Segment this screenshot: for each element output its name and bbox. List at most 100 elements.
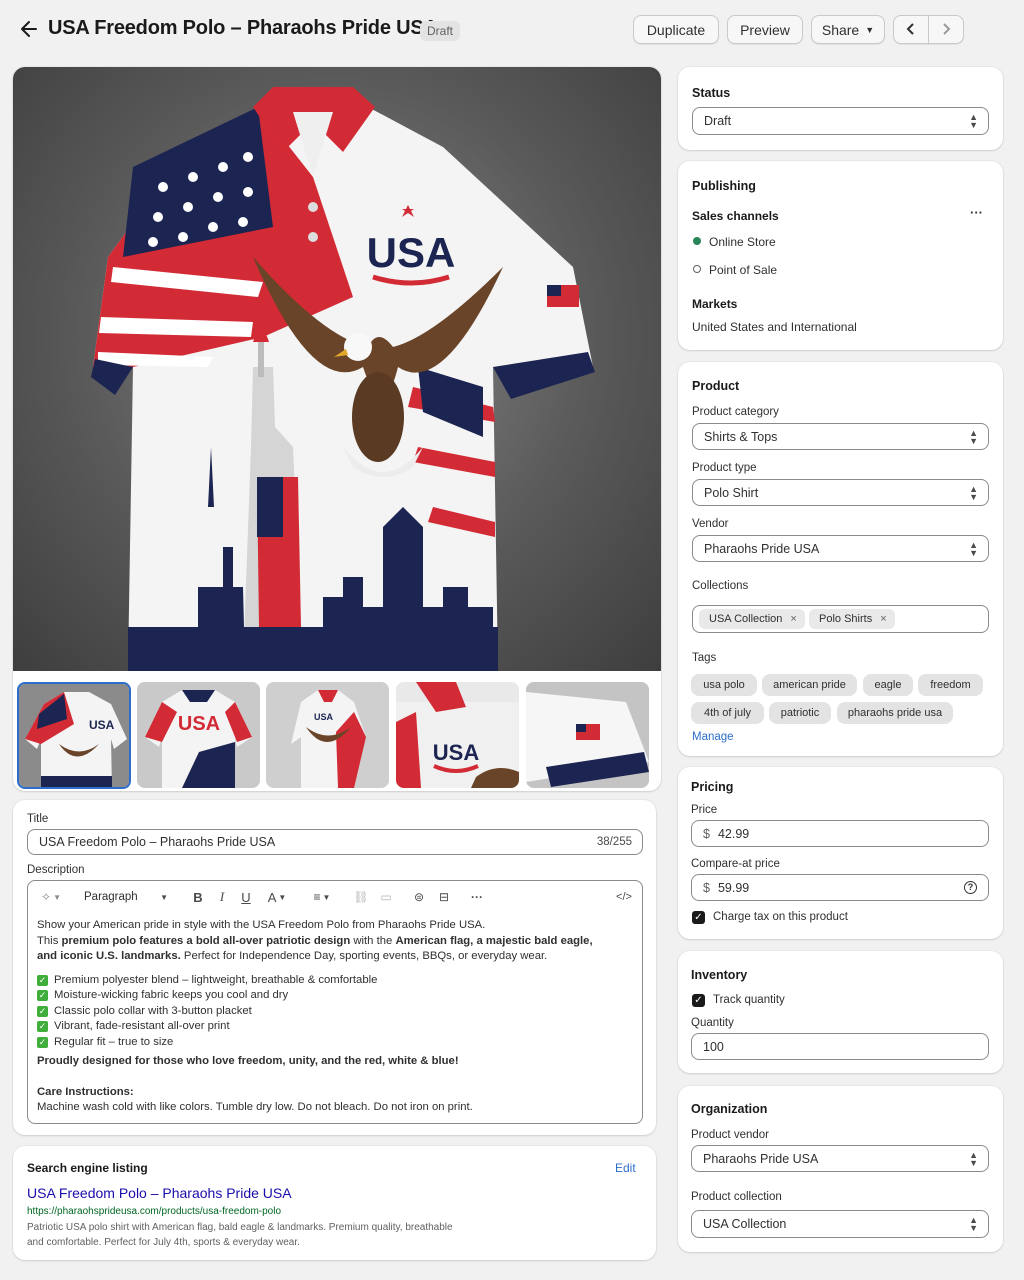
check-icon: ✓ xyxy=(37,990,48,1002)
list-item: ✓ Classic polo collar with 3-button plack… xyxy=(37,1004,252,1017)
title-input[interactable]: USA Freedom Polo – Pharaohs Pride USA 38… xyxy=(27,829,643,855)
bold-icon[interactable]: B xyxy=(190,888,206,906)
preview-button[interactable]: Preview xyxy=(727,15,803,44)
video-icon[interactable]: ⊟ xyxy=(436,888,452,906)
list-item: ✓ Moisture-wicking fabric keeps you cool … xyxy=(37,989,289,1002)
collections-label: Collections xyxy=(692,580,749,592)
check-icon: ✓ xyxy=(37,1036,48,1048)
markets-value: United States and International xyxy=(692,320,857,334)
sales-channels-label: Sales channels xyxy=(692,209,779,223)
track-quantity-checkbox[interactable]: ✓ xyxy=(692,994,705,1007)
main-product-image[interactable]: USA xyxy=(13,67,661,671)
description-line-2: This premium polo features a bold all-ov… xyxy=(37,934,593,947)
ai-magic-icon[interactable]: ✧ ▼ xyxy=(38,888,64,906)
collection-chip: USA Collection × xyxy=(699,609,805,629)
currency-symbol: $ xyxy=(703,880,710,895)
previous-product-button[interactable] xyxy=(893,15,929,44)
description-closing: Proudly designed for those who love free… xyxy=(37,1055,459,1067)
tags-label: Tags xyxy=(692,652,717,664)
thumbnail-2[interactable]: USA xyxy=(137,682,260,788)
price-input[interactable]: $ 42.99 xyxy=(691,820,989,847)
next-product-button[interactable] xyxy=(928,15,964,44)
thumbnail-3[interactable]: USA xyxy=(266,682,389,788)
select-chevron-icon: ▲ ▼ xyxy=(969,483,978,502)
description-line-3: and iconic U.S. landmarks. Perfect for I… xyxy=(37,950,548,962)
quantity-label: Quantity xyxy=(691,1017,734,1029)
chevron-right-icon xyxy=(941,22,951,38)
inventory-heading: Inventory xyxy=(691,968,748,982)
svg-text:USA: USA xyxy=(367,229,456,276)
organization-heading: Organization xyxy=(691,1102,768,1116)
collection-chip-label: USA Collection xyxy=(709,613,783,625)
page-title: USA Freedom Polo – Pharaohs Pride USA xyxy=(48,17,438,39)
product-vendor-select[interactable]: Pharaohs Pride USA ▲ ▼ xyxy=(691,1145,989,1172)
tag[interactable]: eagle xyxy=(863,674,913,696)
tag[interactable]: freedom xyxy=(918,674,983,696)
product-vendor-label: Product vendor xyxy=(691,1129,769,1141)
paragraph-format-select[interactable]: Paragraph ▼ xyxy=(80,888,172,906)
image-icon[interactable]: ⊜ xyxy=(411,888,427,906)
status-select[interactable]: Draft ▲ ▼ xyxy=(692,107,989,135)
product-type-select[interactable]: Polo Shirt ▲ ▼ xyxy=(692,479,989,506)
embed-icon[interactable]: ▭ xyxy=(378,888,394,906)
channel-point-of-sale: Point of Sale xyxy=(709,263,778,277)
compare-price-input[interactable]: $ 59.99 ? xyxy=(691,874,989,901)
code-view-icon[interactable]: </> xyxy=(614,888,634,906)
check-icon: ✓ xyxy=(37,1005,48,1017)
track-quantity-label: Track quantity xyxy=(713,994,785,1006)
thumbnail-1[interactable]: USA xyxy=(17,682,131,789)
care-text: Machine wash cold with like colors. Tumb… xyxy=(37,1101,473,1113)
thumbnail-4[interactable]: USA xyxy=(396,682,519,788)
product-collection-select[interactable]: USA Collection ▲ ▼ xyxy=(691,1210,989,1238)
help-icon[interactable]: ? xyxy=(964,881,977,894)
underline-icon[interactable]: U xyxy=(238,888,254,906)
svg-text:USA: USA xyxy=(178,713,220,735)
status-heading: Status xyxy=(692,86,731,100)
product-category-label: Product category xyxy=(692,406,779,418)
tag[interactable]: usa polo xyxy=(691,674,757,696)
product-category-select[interactable]: Shirts & Tops ▲ ▼ xyxy=(692,423,989,450)
link-icon[interactable]: ⛓ xyxy=(353,888,369,906)
tag[interactable]: 4th of july xyxy=(691,702,764,724)
status-value: Draft xyxy=(704,114,732,128)
collection-chip: Polo Shirts × xyxy=(809,609,895,629)
charge-tax-checkbox[interactable]: ✓ xyxy=(692,911,705,924)
list-item: ✓ Premium polyester blend – lightweight, … xyxy=(37,973,378,986)
compare-price-value: 59.99 xyxy=(717,880,750,895)
duplicate-button[interactable]: Duplicate xyxy=(633,15,719,44)
more-actions-icon[interactable]: ··· xyxy=(970,205,983,220)
offline-status-icon xyxy=(693,265,701,273)
text-color-icon[interactable]: A ▼ xyxy=(264,888,290,906)
remove-icon[interactable]: × xyxy=(880,613,886,625)
thumbnail-5[interactable] xyxy=(526,682,649,788)
status-badge: Draft xyxy=(420,21,461,41)
align-icon[interactable]: ≡ ▼ xyxy=(308,888,336,906)
share-button[interactable]: Share ▼ xyxy=(811,15,885,44)
tag[interactable]: american pride xyxy=(762,674,857,696)
share-label: Share xyxy=(821,21,860,38)
more-options-icon[interactable]: ··· xyxy=(468,888,486,906)
charge-tax-label: Charge tax on this product xyxy=(713,911,848,923)
seo-title: USA Freedom Polo – Pharaohs Pride USA xyxy=(27,1185,292,1201)
svg-text:USA: USA xyxy=(314,712,334,722)
paragraph-format-value: Paragraph xyxy=(84,891,138,903)
compare-price-label: Compare-at price xyxy=(691,858,780,870)
price-label: Price xyxy=(691,804,718,816)
product-type-value: Polo Shirt xyxy=(704,485,759,500)
select-chevron-icon: ▲ ▼ xyxy=(969,539,978,558)
quantity-input[interactable]: 100 xyxy=(691,1033,989,1060)
select-chevron-icon: ▲ ▼ xyxy=(969,112,978,130)
tag[interactable]: patriotic xyxy=(769,702,831,724)
publishing-heading: Publishing xyxy=(692,179,756,193)
italic-icon[interactable]: I xyxy=(214,888,230,906)
manage-tags-link[interactable]: Manage xyxy=(692,731,734,743)
markets-label: Markets xyxy=(692,297,738,311)
seo-edit-link[interactable]: Edit xyxy=(615,1161,636,1175)
back-arrow-icon[interactable] xyxy=(20,18,40,40)
check-icon: ✓ xyxy=(37,1021,48,1033)
select-chevron-icon: ▲ ▼ xyxy=(969,1215,978,1233)
vendor-select[interactable]: Pharaohs Pride USA ▲ ▼ xyxy=(692,535,989,562)
remove-icon[interactable]: × xyxy=(790,613,796,625)
tag[interactable]: pharaohs pride usa xyxy=(837,702,953,724)
svg-text:USA: USA xyxy=(433,740,480,765)
